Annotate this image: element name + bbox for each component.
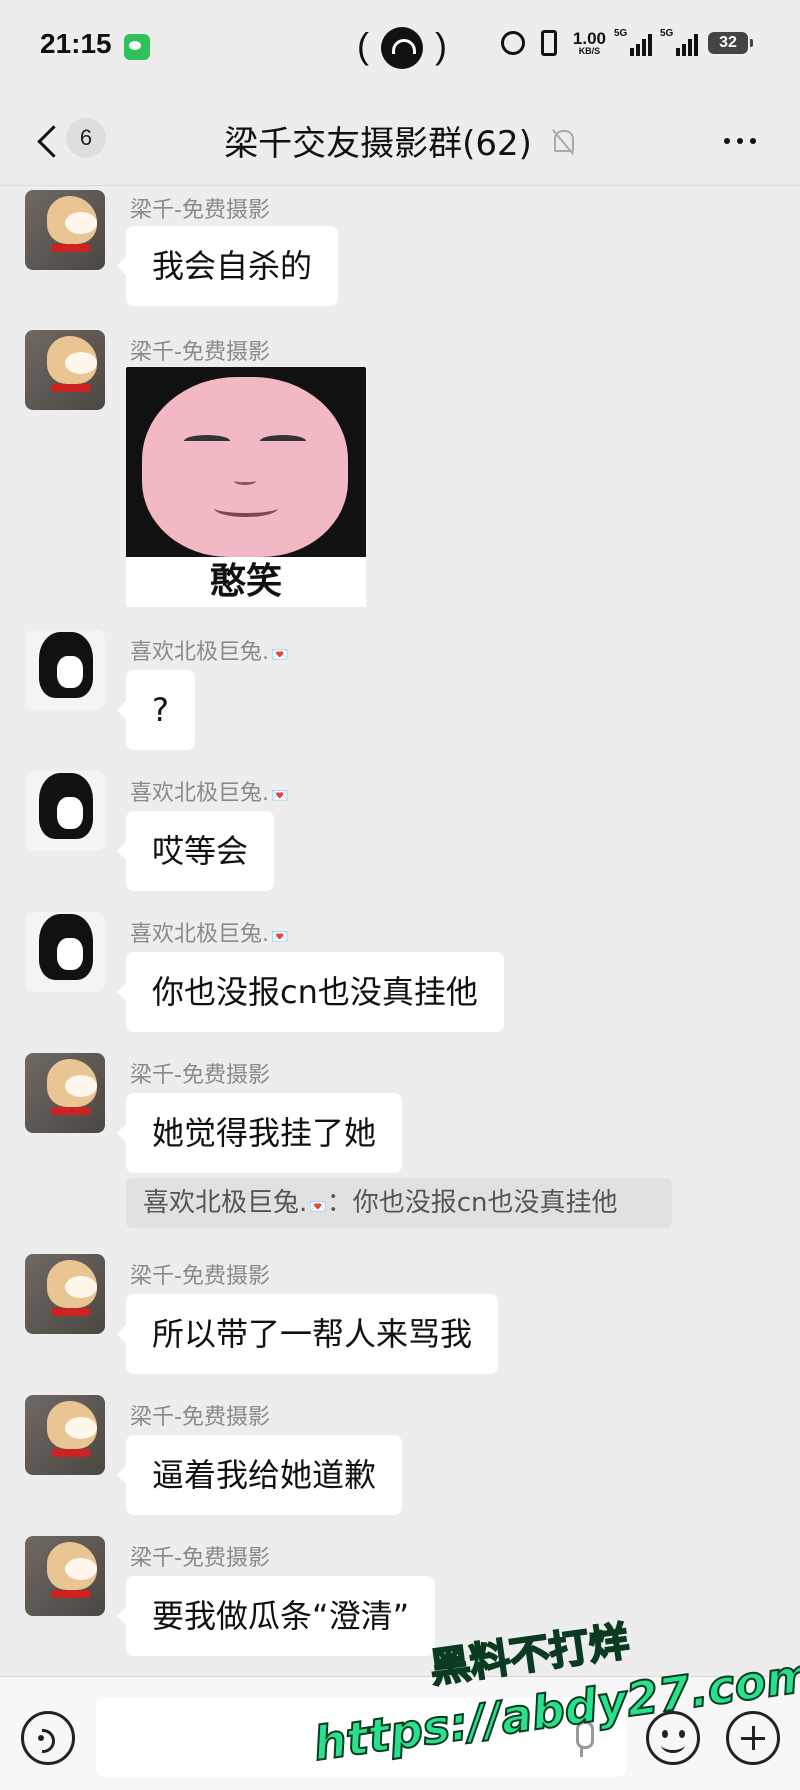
status-icons: 1.00 KB/S 5G 5G 32	[500, 28, 753, 56]
dog-avatar[interactable]	[25, 1536, 105, 1616]
sender-name-text: 喜欢北极巨兔.	[130, 640, 269, 665]
dog-avatar[interactable]	[25, 190, 105, 270]
message-bubble[interactable]: 你也没报cn也没真挂他	[117, 952, 504, 1032]
emoji-icon[interactable]	[646, 1711, 700, 1765]
message-bubble[interactable]: 所以带了一帮人来骂我	[116, 1294, 499, 1374]
sender-name: 梁千-免费摄影	[130, 340, 270, 365]
status-bar: 21:15 ( ) 1.00 KB/S 5G 5G 32	[0, 0, 800, 96]
sender-name-text: 喜欢北极巨兔.	[130, 781, 269, 806]
panda-sticker[interactable]: 憨笑	[126, 367, 366, 607]
sender-name: 梁千-免费摄影	[130, 1546, 270, 1571]
mic-icon[interactable]	[572, 1721, 594, 1757]
sender-name: 喜欢北极巨兔. 💌	[130, 634, 288, 666]
quote-separator: ：	[326, 1188, 353, 1218]
plus-icon[interactable]	[726, 1711, 780, 1765]
quote-sender: 喜欢北极巨兔.	[143, 1188, 308, 1218]
message-bubble[interactable]: 哎等会	[116, 811, 275, 891]
message-bubble[interactable]: ?	[117, 670, 195, 750]
message-bubble[interactable]: 她觉得我挂了她	[116, 1093, 403, 1173]
wechat-notification-icon	[124, 34, 150, 60]
dog-avatar[interactable]	[25, 1053, 105, 1133]
message-input[interactable]	[96, 1697, 626, 1777]
alarm-icon	[500, 31, 525, 55]
signal-1-label: 5G	[614, 28, 628, 39]
quote-text: 你也没报cn也没真挂他	[352, 1188, 618, 1218]
love-letter-emoji: 💌	[271, 647, 289, 663]
quoted-message[interactable]: 喜欢北极巨兔. 💌：你也没报cn也没真挂他	[126, 1178, 672, 1228]
panda-nose	[234, 477, 256, 485]
dog-avatar[interactable]	[25, 1395, 105, 1475]
chat-header: 6 梁千交友摄影群(62)	[0, 96, 800, 186]
love-letter-emoji: 💌	[309, 1199, 327, 1215]
hotspot-icon	[381, 27, 423, 69]
signal-icon-1: 5G	[614, 28, 652, 56]
dog-avatar[interactable]	[25, 1254, 105, 1334]
panda-mouth	[214, 499, 278, 517]
vibrate-icon	[540, 30, 557, 56]
sender-name: 梁千-免费摄影	[130, 1405, 270, 1430]
girl-avatar[interactable]	[25, 630, 105, 710]
sender-name: 梁千-免费摄影	[130, 198, 270, 223]
chat-title[interactable]: 梁千交友摄影群(62)	[224, 116, 532, 165]
voice-toggle-icon[interactable]	[21, 1711, 75, 1765]
sender-name: 梁千-免费摄影	[130, 1063, 270, 1088]
panda-eye-left	[184, 435, 230, 447]
sender-name: 喜欢北极巨兔. 💌	[130, 775, 288, 807]
chat-title-row: 梁千交友摄影群(62)	[0, 116, 800, 165]
more-options-icon[interactable]	[724, 126, 764, 156]
battery-icon: 32	[708, 32, 753, 54]
message-bubble[interactable]: 要我做瓜条“澄清”	[116, 1576, 436, 1656]
hotspot-paren-right: )	[435, 25, 447, 66]
hotspot-indicator: ( )	[357, 22, 447, 74]
dog-avatar[interactable]	[25, 330, 105, 410]
hotspot-paren-left: (	[357, 25, 369, 66]
message-bubble[interactable]: 我会自杀的	[116, 226, 339, 306]
love-letter-emoji: 💌	[271, 929, 289, 945]
girl-avatar[interactable]	[25, 771, 105, 851]
girl-avatar[interactable]	[25, 912, 105, 992]
sender-name-text: 喜欢北极巨兔.	[130, 922, 269, 947]
network-speed: 1.00 KB/S	[573, 30, 606, 56]
chat-input-bar	[0, 1676, 800, 1790]
sender-name: 梁千-免费摄影	[130, 1264, 270, 1289]
sticker-caption: 憨笑	[209, 561, 282, 602]
network-speed-value: 1.00	[572, 29, 606, 48]
status-time: 21:15	[40, 28, 112, 59]
panda-eye-right	[260, 435, 306, 447]
message-bubble[interactable]: 逼着我给她道歉	[116, 1435, 403, 1515]
network-speed-unit: KB/S	[578, 46, 601, 56]
love-letter-emoji: 💌	[271, 788, 289, 804]
signal-2-label: 5G	[660, 28, 674, 39]
signal-icon-2: 5G	[660, 28, 698, 56]
panda-face	[142, 377, 348, 557]
mute-bell-icon	[550, 126, 576, 156]
sender-name: 喜欢北极巨兔. 💌	[130, 916, 288, 948]
